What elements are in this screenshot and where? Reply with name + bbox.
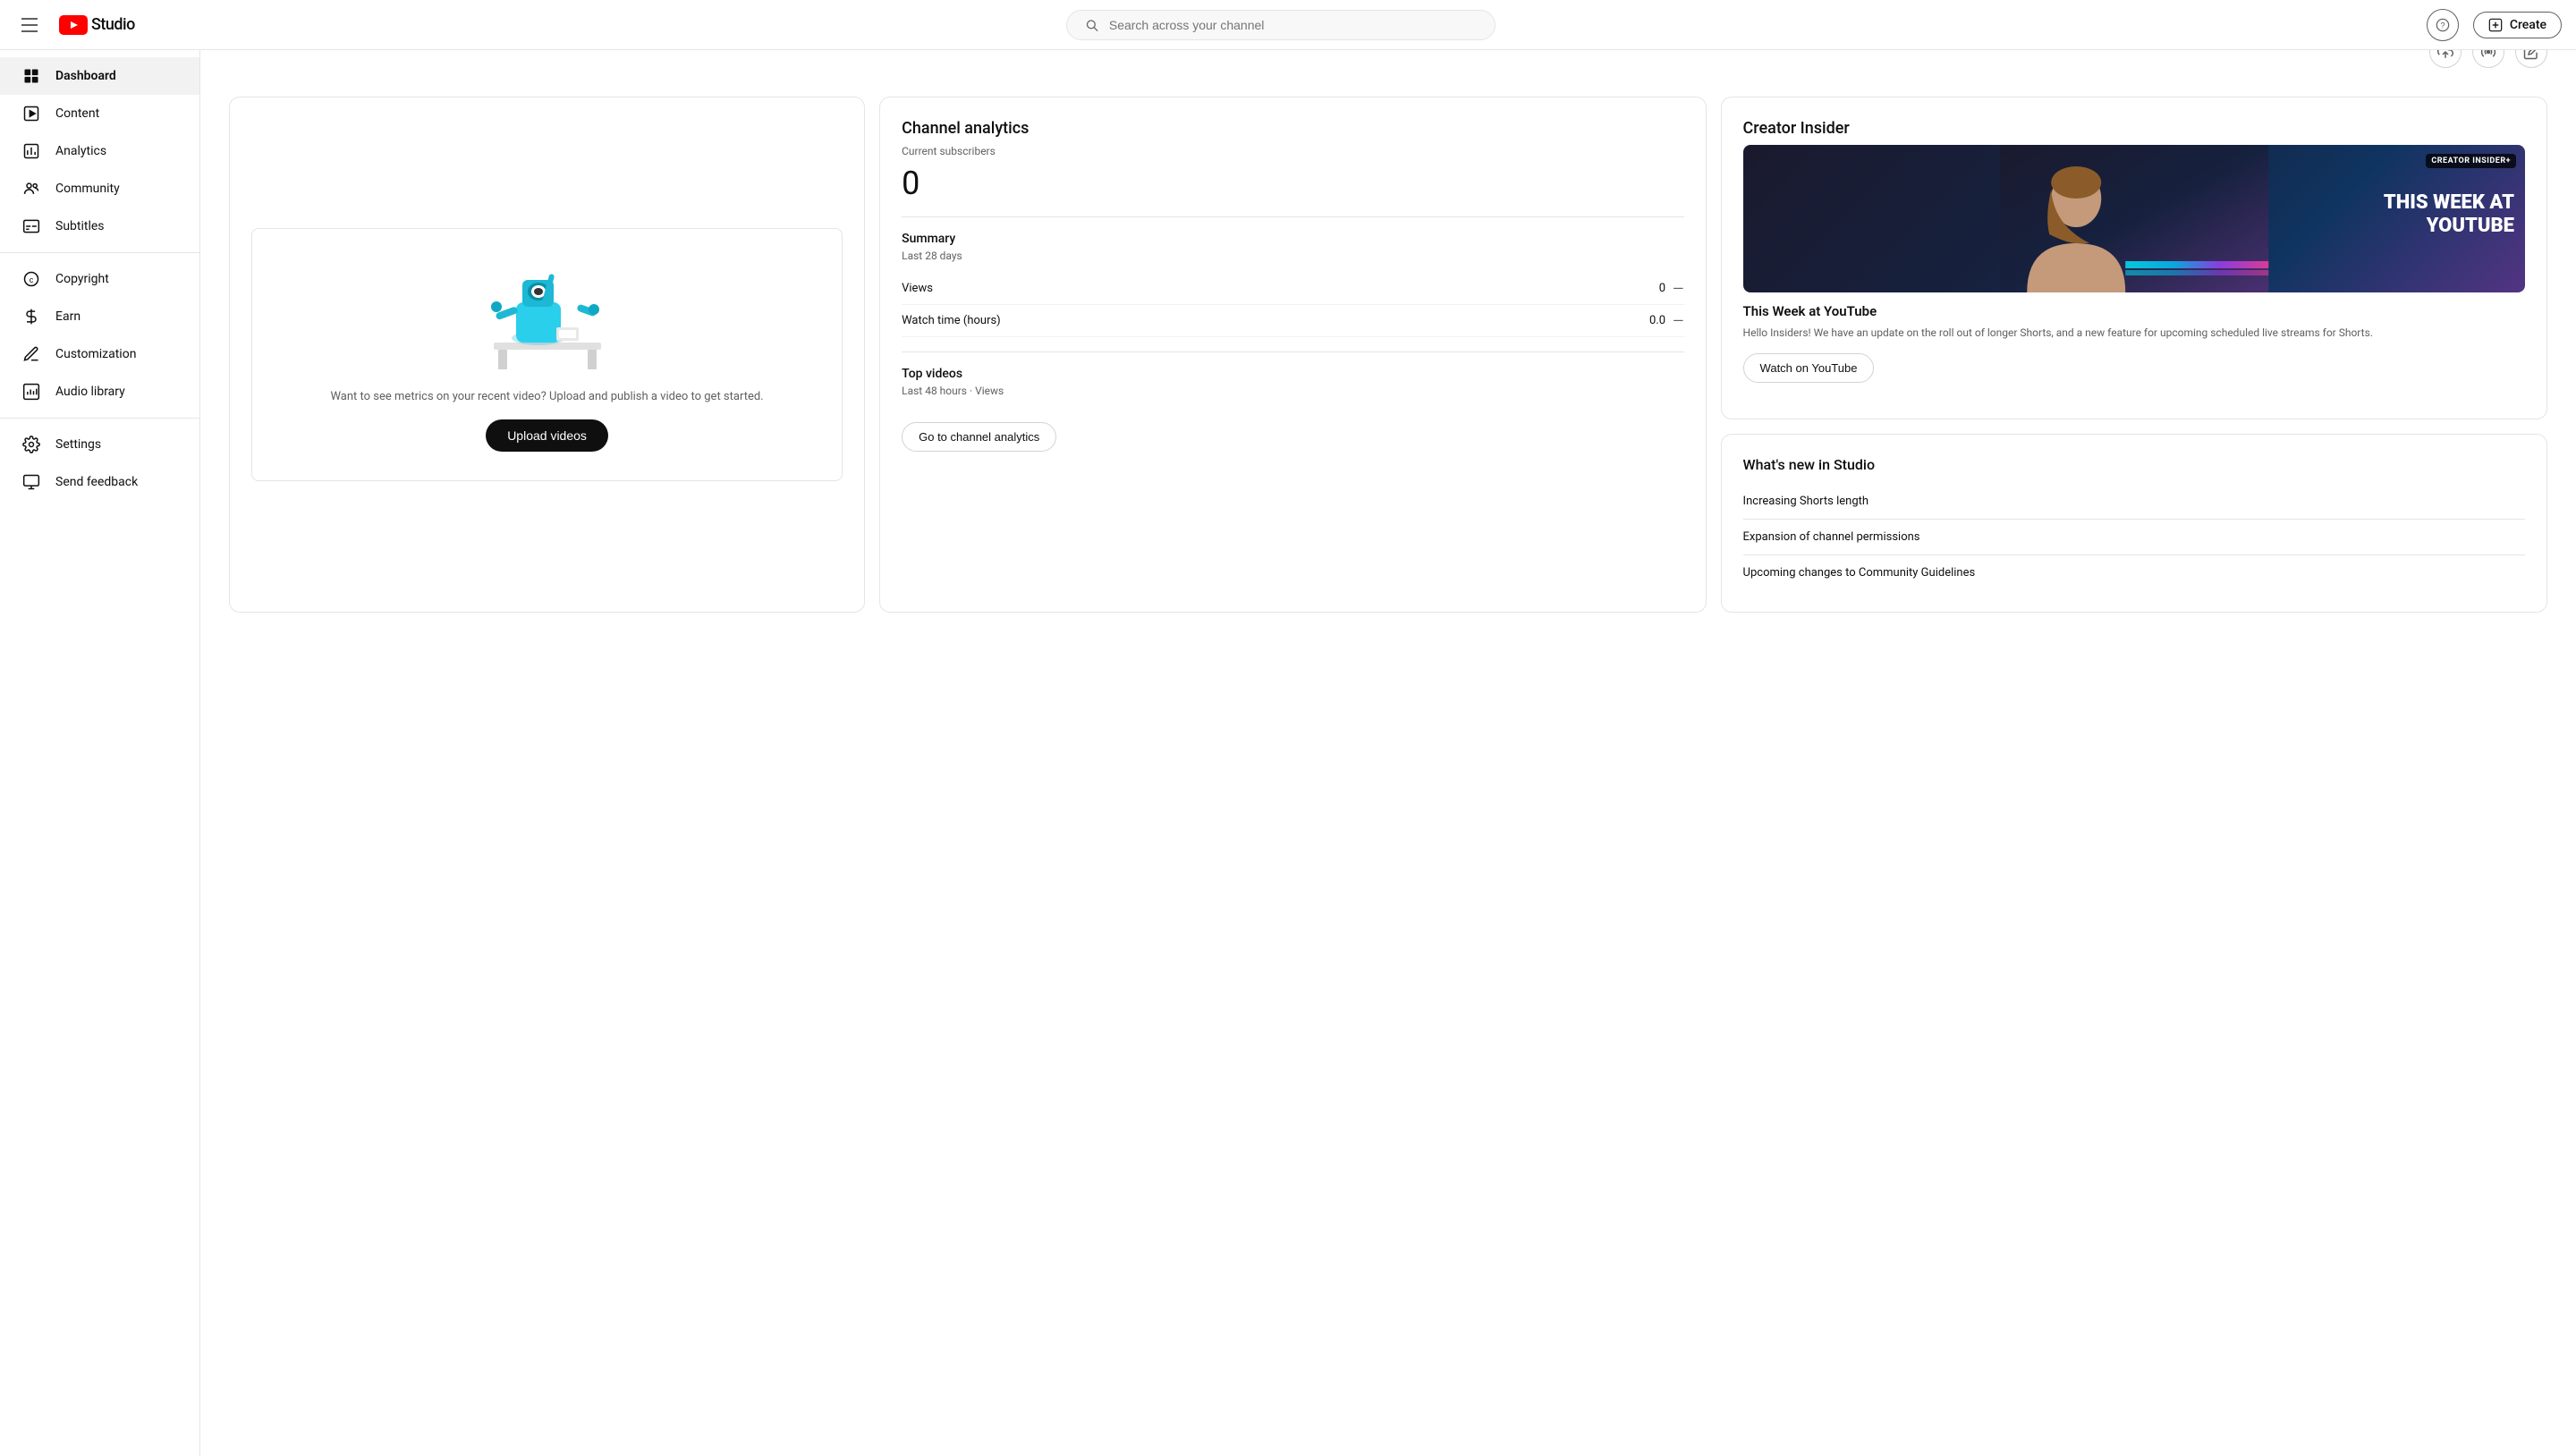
whats-new-item[interactable]: Upcoming changes to Community Guidelines [1743, 555, 2525, 590]
views-label: Views [902, 282, 933, 295]
send-feedback-icon [21, 472, 41, 492]
analytics-card: Channel analytics Current subscribers 0 … [879, 97, 1706, 613]
creator-thumb-text: THIS WEEK ATYOUTUBE [2384, 190, 2514, 247]
sidebar-item-customization[interactable]: Customization [0, 335, 199, 373]
watch-on-youtube-button[interactable]: Watch on YouTube [1743, 353, 1875, 383]
sidebar-item-settings[interactable]: Settings [0, 426, 199, 463]
search-bar [1066, 10, 1496, 40]
creator-badge: CREATOR INSIDER+ [2426, 154, 2516, 168]
sidebar-item-content[interactable]: Content [0, 95, 199, 132]
subtitles-icon [21, 216, 41, 236]
upload-card-inner: Want to see metrics on your recent video… [251, 228, 843, 482]
svg-text:?: ? [2440, 21, 2445, 30]
sidebar-item-audio-library[interactable]: Audio library [0, 373, 199, 411]
sidebar-item-label: Send feedback [55, 475, 138, 489]
channel-analytics-button[interactable]: Go to channel analytics [902, 422, 1056, 452]
views-value: 0 — [1659, 280, 1684, 297]
svg-text:c: c [30, 275, 34, 284]
community-icon [21, 179, 41, 199]
content-icon [21, 104, 41, 123]
logo[interactable]: Studio [59, 15, 135, 35]
upload-videos-button[interactable]: Upload videos [486, 419, 608, 452]
youtube-logo-icon [59, 15, 88, 35]
divider-2 [902, 351, 1683, 352]
settings-icon [21, 435, 41, 454]
whats-new-list: Increasing Shorts lengthExpansion of cha… [1743, 484, 2525, 590]
subscribers-label: Current subscribers [902, 145, 1683, 157]
watchtime-label: Watch time (hours) [902, 314, 1001, 327]
sidebar-item-send-feedback[interactable]: Send feedback [0, 463, 199, 501]
sidebar-item-label: Earn [55, 309, 80, 324]
top-videos-section: Top videos Last 48 hours · Views [902, 367, 1683, 397]
earn-icon [21, 307, 41, 326]
sidebar-item-label: Audio library [55, 385, 125, 399]
sidebar-item-community[interactable]: Community [0, 170, 199, 207]
metric-row-views: Views 0 — [902, 273, 1683, 305]
whats-new-card: What's new in Studio Increasing Shorts l… [1721, 434, 2547, 613]
help-icon: ? [2436, 18, 2450, 32]
sidebar-item-label: Community [55, 182, 120, 196]
sidebar-item-label: Analytics [55, 144, 106, 158]
header: Studio ? Create [0, 0, 2576, 50]
main-content: Channel dashboard [200, 0, 2576, 641]
whats-new-title: What's new in Studio [1743, 456, 2525, 473]
dashboard-icon [21, 66, 41, 86]
creator-thumbnail: CREATOR INSIDER+ THIS WEEK ATYOUTUBE [1743, 145, 2525, 292]
upload-illustration [476, 258, 619, 374]
analytics-icon [21, 141, 41, 161]
whats-new-item[interactable]: Increasing Shorts length [1743, 484, 2525, 520]
upload-description: Want to see metrics on your recent video… [330, 388, 763, 406]
creator-video-desc: Hello Insiders! We have an update on the… [1743, 325, 2525, 341]
sidebar-item-label: Content [55, 106, 99, 121]
right-column: Creator Insider [1721, 97, 2547, 613]
cards-row: Want to see metrics on your recent video… [229, 97, 2547, 613]
sidebar-item-copyright[interactable]: c Copyright [0, 260, 199, 298]
views-dash: — [1673, 280, 1684, 297]
logo-text: Studio [91, 15, 135, 34]
divider-1 [902, 216, 1683, 217]
sidebar-item-label: Copyright [55, 272, 109, 286]
help-button[interactable]: ? [2427, 9, 2459, 41]
top-videos-title: Top videos [902, 367, 1683, 381]
sidebar-item-label: Subtitles [55, 219, 105, 233]
analytics-card-title: Channel analytics [902, 119, 1683, 138]
customization-icon [21, 344, 41, 364]
whats-new-item[interactable]: Expansion of channel permissions [1743, 520, 2525, 555]
create-icon [2488, 18, 2503, 32]
creator-insider-card: Creator Insider [1721, 97, 2547, 419]
sidebar-item-analytics[interactable]: Analytics [0, 132, 199, 170]
sidebar-item-label: Dashboard [55, 69, 116, 83]
creator-insider-title: Creator Insider [1743, 119, 2525, 138]
subscribers-value: 0 [902, 165, 1683, 202]
watchtime-dash: — [1673, 312, 1684, 329]
create-button[interactable]: Create [2473, 12, 2562, 38]
sidebar-divider-2 [0, 418, 199, 419]
sidebar-item-earn[interactable]: Earn [0, 298, 199, 335]
metric-row-watchtime: Watch time (hours) 0.0 — [902, 305, 1683, 337]
upload-card: Want to see metrics on your recent video… [229, 97, 865, 613]
sidebar: Dashboard Content Analytics Community Su… [0, 50, 200, 1456]
summary-period: Last 28 days [902, 250, 1683, 262]
watchtime-value: 0.0 — [1649, 312, 1684, 329]
menu-toggle[interactable] [14, 11, 45, 39]
top-videos-period: Last 48 hours · Views [902, 385, 1683, 397]
search-input[interactable] [1109, 18, 1477, 32]
create-label: Create [2510, 18, 2546, 32]
copyright-icon: c [21, 269, 41, 289]
summary-title: Summary [902, 232, 1683, 246]
sidebar-item-label: Settings [55, 437, 101, 452]
sidebar-item-dashboard[interactable]: Dashboard [0, 57, 199, 95]
audio-library-icon [21, 382, 41, 402]
sidebar-item-subtitles[interactable]: Subtitles [0, 207, 199, 245]
sidebar-item-label: Customization [55, 347, 136, 361]
sidebar-divider [0, 252, 199, 253]
creator-video-title: This Week at YouTube [1743, 303, 2525, 319]
search-icon [1085, 18, 1098, 32]
